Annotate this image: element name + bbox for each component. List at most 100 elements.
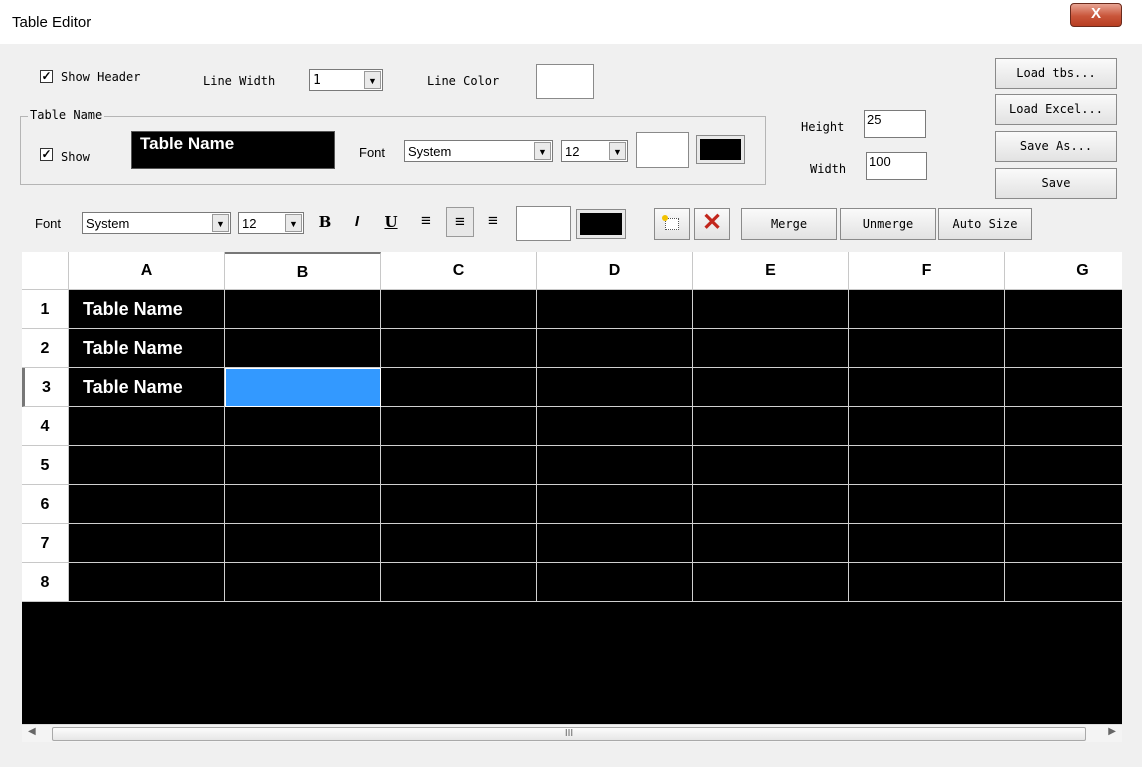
table-cell[interactable] <box>537 329 693 368</box>
row-header-7[interactable]: 7 <box>22 524 69 563</box>
table-cell[interactable] <box>849 524 1005 563</box>
table-cell[interactable] <box>69 407 225 446</box>
table-cell[interactable] <box>537 368 693 407</box>
italic-button[interactable]: I <box>348 213 366 230</box>
table-cell[interactable] <box>693 368 849 407</box>
table-cell[interactable] <box>381 524 537 563</box>
table-cell[interactable] <box>693 485 849 524</box>
table-cell[interactable] <box>1005 407 1122 446</box>
corner-header[interactable] <box>22 252 69 290</box>
table-cell[interactable] <box>381 446 537 485</box>
cell-fg-color-swatch[interactable] <box>576 209 626 239</box>
table-cell[interactable] <box>1005 329 1122 368</box>
size-select[interactable]: 12 ▼ <box>238 212 304 234</box>
show-name-checkbox[interactable]: ✓ <box>40 148 53 161</box>
row-header-6[interactable]: 6 <box>22 485 69 524</box>
bold-button[interactable]: B <box>316 213 334 231</box>
cell-bg-color-swatch[interactable] <box>516 206 571 241</box>
table-cell[interactable] <box>849 290 1005 329</box>
table-cell[interactable] <box>537 407 693 446</box>
name-font-select[interactable]: System ▼ <box>404 140 553 162</box>
scroll-thumb[interactable]: III <box>52 727 1086 741</box>
line-color-swatch[interactable] <box>536 64 594 99</box>
underline-button[interactable]: U <box>382 213 400 231</box>
table-cell[interactable] <box>849 407 1005 446</box>
auto-size-button[interactable]: Auto Size <box>938 208 1032 240</box>
table-cell[interactable] <box>1005 524 1122 563</box>
table-cell[interactable]: Table Name <box>69 368 225 407</box>
column-header-f[interactable]: F <box>849 252 1005 290</box>
show-header-checkbox[interactable]: ✓ <box>40 70 53 83</box>
load-tbs-button[interactable]: Load tbs... <box>995 58 1117 89</box>
table-cell[interactable] <box>849 446 1005 485</box>
table-cell[interactable] <box>225 290 381 329</box>
unmerge-button[interactable]: Unmerge <box>840 208 936 240</box>
row-header-8[interactable]: 8 <box>22 563 69 602</box>
table-cell[interactable] <box>849 368 1005 407</box>
name-fg-color-swatch[interactable] <box>696 135 745 164</box>
table-cell[interactable] <box>1005 290 1122 329</box>
insert-icon[interactable] <box>654 208 690 240</box>
table-cell[interactable]: Table Name <box>69 329 225 368</box>
column-header-b[interactable]: B <box>225 252 381 290</box>
align-right-icon[interactable]: ≡ <box>483 211 503 231</box>
name-size-select[interactable]: 12 ▼ <box>561 140 628 162</box>
merge-button[interactable]: Merge <box>741 208 837 240</box>
table-cell[interactable] <box>381 290 537 329</box>
load-excel-button[interactable]: Load Excel... <box>995 94 1117 125</box>
horizontal-scrollbar[interactable]: ◀ III ▶ <box>22 724 1122 742</box>
table-cell[interactable] <box>381 329 537 368</box>
table-grid[interactable]: ABCDEFG 1 Table Name 2 Table Name 3 Table Nam… <box>22 252 1122 724</box>
align-center-icon[interactable]: ≡ <box>446 207 474 237</box>
table-cell[interactable] <box>381 407 537 446</box>
table-cell[interactable] <box>1005 368 1122 407</box>
table-cell[interactable] <box>1005 563 1122 602</box>
line-width-select[interactable]: 1 ▼ <box>309 69 383 91</box>
scroll-right-icon[interactable]: ▶ <box>1108 726 1116 737</box>
table-cell[interactable] <box>69 563 225 602</box>
table-cell[interactable] <box>69 485 225 524</box>
delete-icon[interactable]: ✕ <box>694 208 730 240</box>
row-header-3[interactable]: 3 <box>22 368 69 407</box>
table-cell[interactable] <box>849 485 1005 524</box>
table-cell[interactable] <box>225 329 381 368</box>
table-cell[interactable] <box>225 563 381 602</box>
row-header-4[interactable]: 4 <box>22 407 69 446</box>
row-header-2[interactable]: 2 <box>22 329 69 368</box>
table-cell[interactable] <box>693 407 849 446</box>
table-cell[interactable] <box>537 563 693 602</box>
save-button[interactable]: Save <box>995 168 1117 199</box>
column-header-d[interactable]: D <box>537 252 693 290</box>
table-cell[interactable] <box>693 524 849 563</box>
font-select[interactable]: System ▼ <box>82 212 231 234</box>
close-button[interactable]: X <box>1070 3 1122 27</box>
table-cell[interactable] <box>225 446 381 485</box>
table-cell[interactable] <box>693 563 849 602</box>
table-cell[interactable] <box>537 446 693 485</box>
table-cell[interactable] <box>69 524 225 563</box>
table-cell[interactable]: Table Name <box>69 290 225 329</box>
table-cell[interactable] <box>693 329 849 368</box>
table-cell[interactable] <box>693 446 849 485</box>
column-header-a[interactable]: A <box>69 252 225 290</box>
table-cell[interactable] <box>537 524 693 563</box>
table-cell[interactable] <box>537 485 693 524</box>
column-header-e[interactable]: E <box>693 252 849 290</box>
table-cell[interactable] <box>849 563 1005 602</box>
table-cell[interactable] <box>381 368 537 407</box>
table-cell[interactable] <box>69 446 225 485</box>
table-cell[interactable] <box>225 524 381 563</box>
row-header-1[interactable]: 1 <box>22 290 69 329</box>
scroll-left-icon[interactable]: ◀ <box>28 726 36 737</box>
row-header-5[interactable]: 5 <box>22 446 69 485</box>
table-cell[interactable] <box>381 485 537 524</box>
name-bg-color-swatch[interactable] <box>636 132 689 168</box>
align-left-icon[interactable]: ≡ <box>416 211 436 231</box>
table-cell[interactable] <box>1005 446 1122 485</box>
table-cell[interactable] <box>225 485 381 524</box>
table-cell[interactable] <box>1005 485 1122 524</box>
table-name-preview[interactable]: Table Name <box>131 131 335 169</box>
table-cell[interactable] <box>537 290 693 329</box>
column-header-g[interactable]: G <box>1005 252 1122 290</box>
width-input[interactable]: 100 <box>866 152 927 180</box>
